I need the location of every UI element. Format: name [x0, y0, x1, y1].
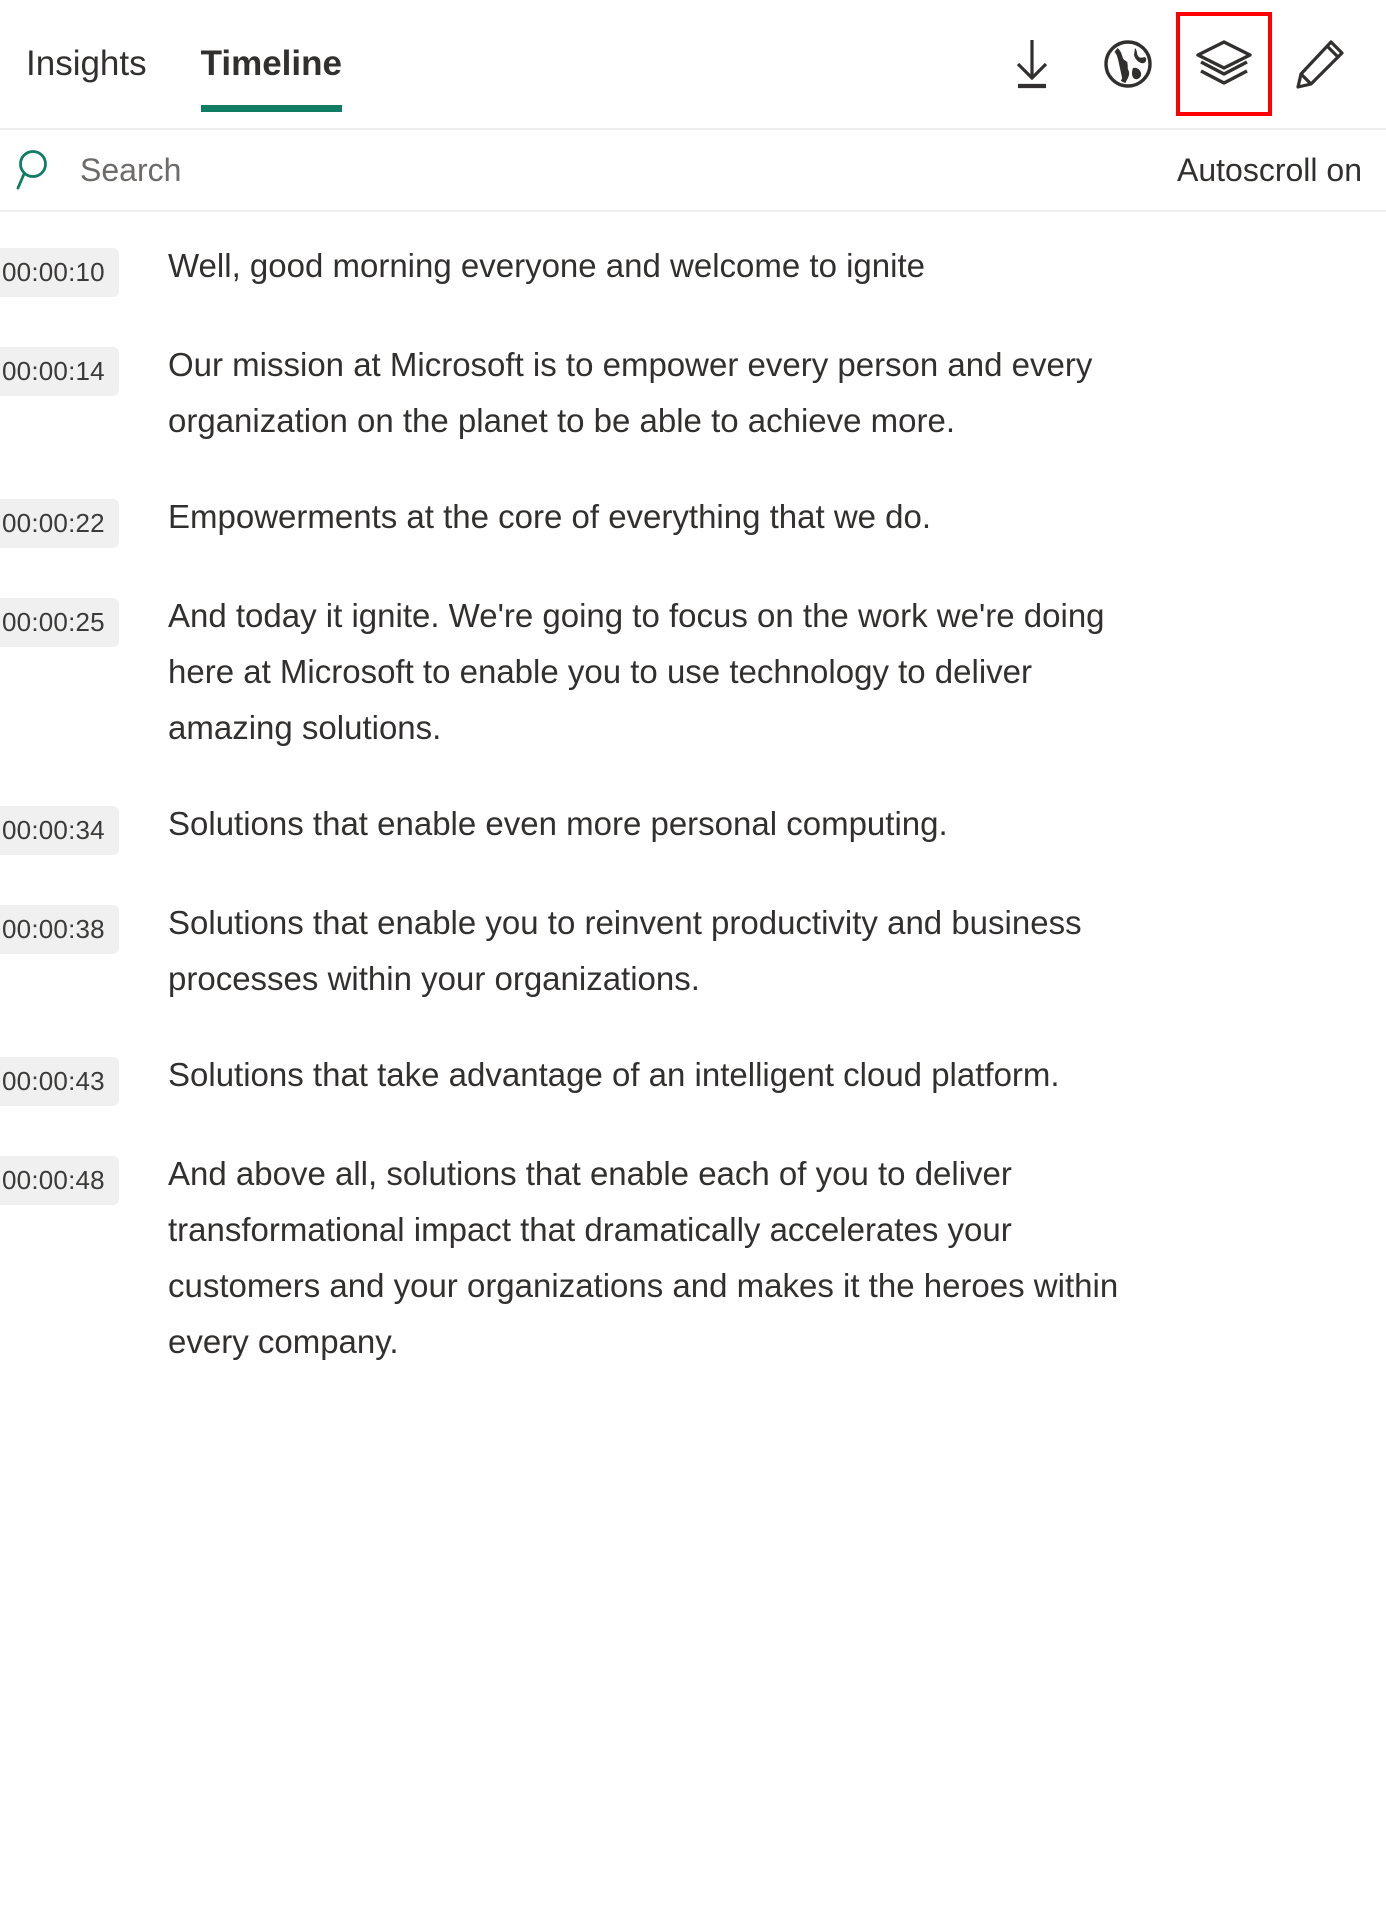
transcript-row[interactable]: 00:00:25 And today it ignite. We're goin… — [0, 574, 1386, 782]
transcript-row[interactable]: 00:00:22 Empowerments at the core of eve… — [0, 475, 1386, 574]
timestamp-cell: 00:00:14 — [0, 337, 168, 396]
transcript-text[interactable]: Solutions that enable you to reinvent pr… — [168, 895, 1173, 1007]
header-bar: Insights Timeline — [0, 0, 1386, 130]
timestamp-chip[interactable]: 00:00:38 — [0, 905, 119, 954]
tab-active-underline — [200, 105, 342, 112]
tab-timeline[interactable]: Timeline — [191, 0, 376, 128]
transcript-text[interactable]: And above all, solutions that enable eac… — [168, 1146, 1173, 1370]
transcript-row[interactable]: 00:00:38 Solutions that enable you to re… — [0, 881, 1386, 1033]
layers-icon — [1196, 40, 1252, 85]
search-field-group — [16, 149, 620, 191]
header-action-group — [984, 0, 1386, 128]
timestamp-chip[interactable]: 00:00:14 — [0, 347, 119, 396]
layers-button[interactable] — [1176, 12, 1272, 116]
search-input[interactable] — [80, 151, 620, 189]
transcript-row[interactable]: 00:00:48 And above all, solutions that e… — [0, 1132, 1386, 1396]
transcript-row[interactable]: 00:00:10 Well, good morning everyone and… — [0, 224, 1386, 323]
timestamp-chip[interactable]: 00:00:10 — [0, 248, 119, 297]
timestamp-cell: 00:00:22 — [0, 489, 168, 548]
transcript-text[interactable]: Solutions that enable even more personal… — [168, 796, 1173, 852]
pencil-icon — [1296, 40, 1344, 89]
transcript-row[interactable]: 00:00:14 Our mission at Microsoft is to … — [0, 323, 1386, 475]
transcript-text[interactable]: Our mission at Microsoft is to empower e… — [168, 337, 1173, 449]
timestamp-chip[interactable]: 00:00:25 — [0, 598, 119, 647]
autoscroll-toggle[interactable]: Autoscroll on — [1177, 152, 1364, 189]
timestamp-cell: 00:00:48 — [0, 1146, 168, 1205]
timestamp-cell: 00:00:25 — [0, 588, 168, 647]
timestamp-cell: 00:00:38 — [0, 895, 168, 954]
edit-button[interactable] — [1272, 12, 1368, 116]
transcript-list: 00:00:10 Well, good morning everyone and… — [0, 212, 1386, 1396]
timestamp-chip[interactable]: 00:00:48 — [0, 1156, 119, 1205]
autoscroll-label: Autoscroll on — [1177, 151, 1362, 188]
search-bar: Autoscroll on — [0, 130, 1386, 212]
transcript-text[interactable]: Solutions that take advantage of an inte… — [168, 1047, 1173, 1103]
download-button[interactable] — [984, 12, 1080, 116]
tab-list: Insights Timeline — [0, 0, 376, 130]
timestamp-chip[interactable]: 00:00:34 — [0, 806, 119, 855]
transcript-text[interactable]: And today it ignite. We're going to focu… — [168, 588, 1173, 756]
search-icon — [16, 150, 47, 190]
transcript-row[interactable]: 00:00:34 Solutions that enable even more… — [0, 782, 1386, 881]
timestamp-cell: 00:00:10 — [0, 238, 168, 297]
timestamp-cell: 00:00:43 — [0, 1047, 168, 1106]
transcript-row[interactable]: 00:00:43 Solutions that take advantage o… — [0, 1033, 1386, 1132]
transcript-text[interactable]: Well, good morning everyone and welcome … — [168, 238, 1173, 294]
translate-button[interactable] — [1080, 12, 1176, 116]
timestamp-cell: 00:00:34 — [0, 796, 168, 855]
timestamp-chip[interactable]: 00:00:43 — [0, 1057, 119, 1106]
tab-timeline-label: Timeline — [200, 44, 342, 83]
tab-insights-label: Insights — [26, 44, 147, 83]
download-icon — [1016, 40, 1048, 89]
timestamp-chip[interactable]: 00:00:22 — [0, 499, 119, 548]
transcript-text[interactable]: Empowerments at the core of everything t… — [168, 489, 1173, 545]
tab-insights[interactable]: Insights — [18, 0, 191, 128]
globe-icon — [1104, 40, 1152, 88]
